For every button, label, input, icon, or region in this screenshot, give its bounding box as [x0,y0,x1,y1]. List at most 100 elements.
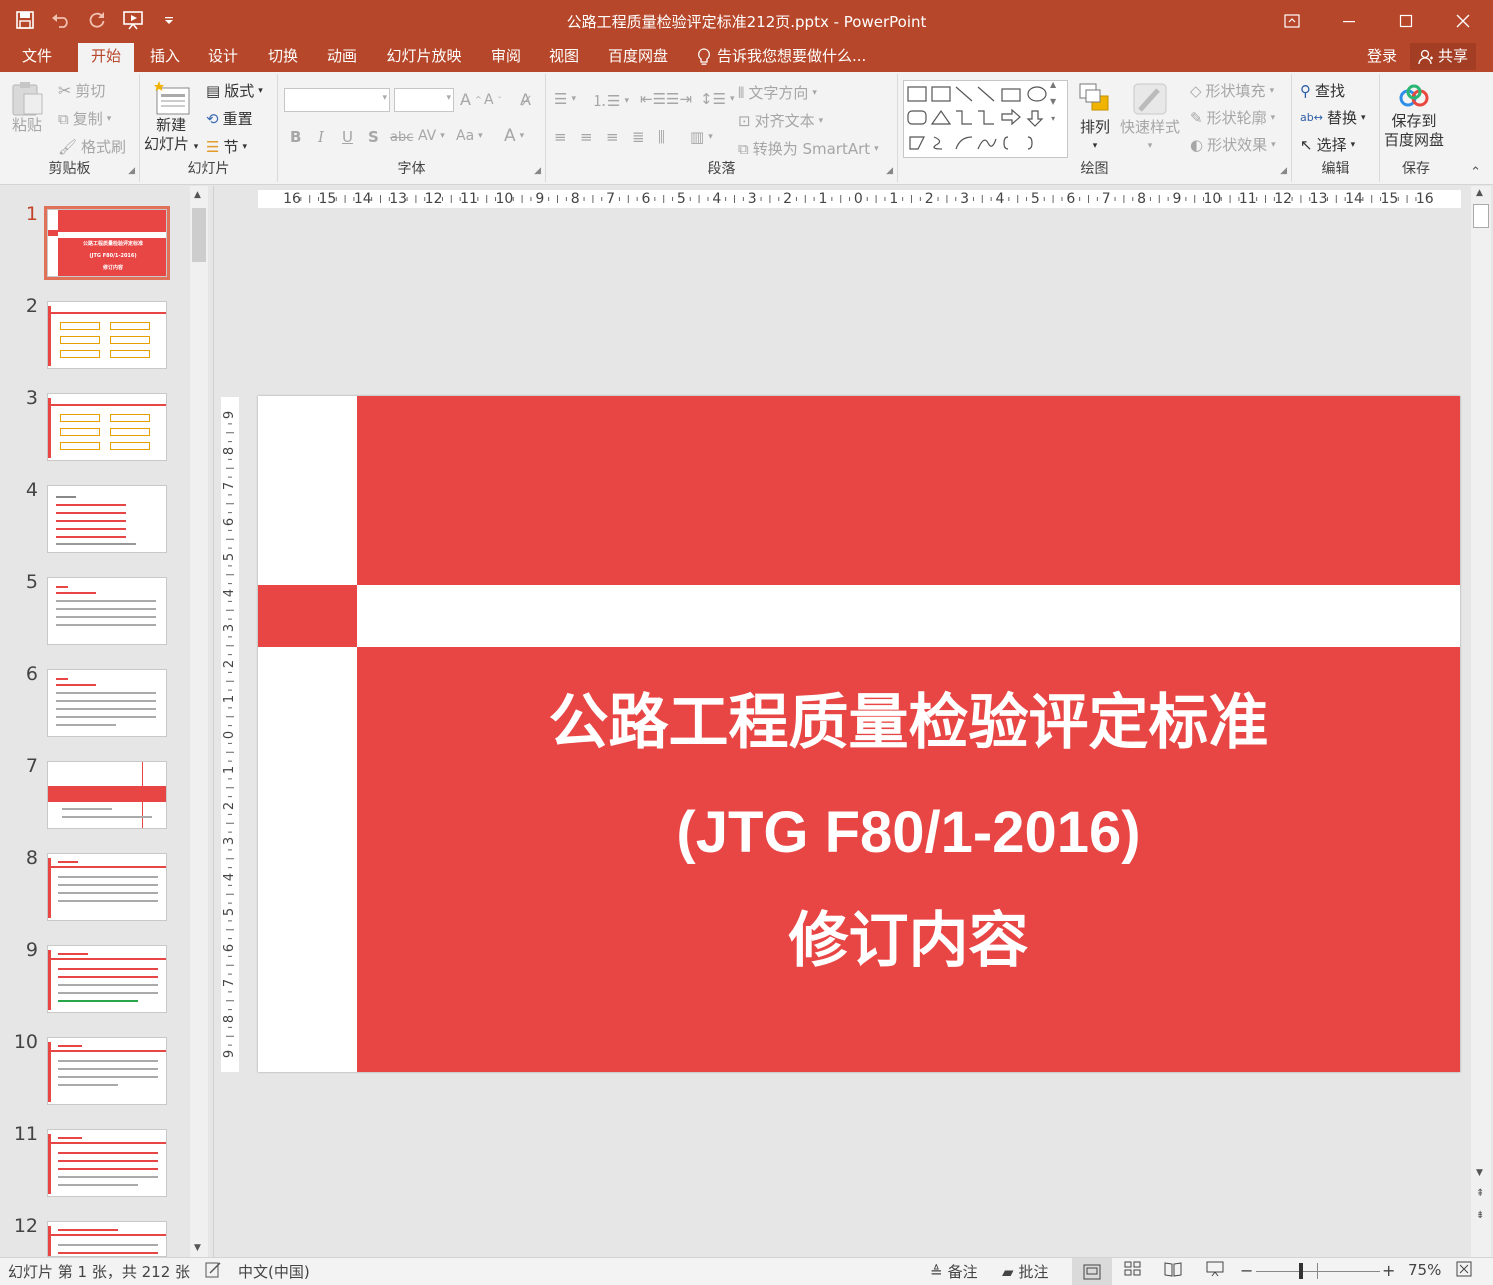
dialog-launcher-icon[interactable]: ◢ [534,166,541,176]
arrange-button[interactable]: 排列 ▾ [1076,82,1114,156]
select-button[interactable]: ↖ 选择 ▾ [1300,134,1355,155]
slide-title-line-2[interactable]: (JTG F80/1-2016) [357,796,1460,870]
cut-button[interactable]: ✂ 剪切 [58,80,105,101]
justify-icon[interactable]: ≣ [632,128,645,146]
text-shadow-button[interactable]: S [368,128,379,146]
slide-thumbnail-11[interactable] [47,1129,167,1197]
tab-design[interactable]: 设计 [198,41,248,72]
align-text-button[interactable]: ⊡ 对齐文本 ▾ [738,110,823,131]
dialog-launcher-icon[interactable]: ◢ [1280,166,1287,176]
language-indicator[interactable]: 中文(中国) [238,1261,310,1282]
scroll-down-icon[interactable]: ▼ [1476,1168,1483,1178]
scroll-up-icon[interactable]: ▲ [194,190,201,200]
collapse-ribbon-icon[interactable]: ⌃ [1470,165,1481,180]
quick-styles-button[interactable]: 快速样式 ▾ [1120,82,1180,156]
font-size-combo[interactable]: ▾ [394,88,454,112]
paste-button[interactable]: 粘贴 [10,80,44,135]
grow-font-icon[interactable]: A ^ [460,90,482,109]
slide-sorter-button[interactable] [1124,1261,1142,1277]
login-link[interactable]: 登录 [1367,41,1397,72]
fit-to-window-icon[interactable] [1456,1261,1472,1277]
text-direction-button[interactable]: ⫴ 文字方向 ▾ [738,82,817,103]
tab-review[interactable]: 审阅 [481,41,531,72]
close-icon[interactable] [1434,0,1491,41]
zoom-slider[interactable] [1256,1271,1380,1272]
change-case-button[interactable]: Aa ▾ [456,128,483,144]
normal-view-button[interactable] [1072,1258,1112,1285]
bullets-button[interactable]: ☰ ▾ [554,90,576,108]
tab-slideshow[interactable]: 幻灯片放映 [378,41,470,72]
comments-button[interactable]: ▰ 批注 [1002,1261,1049,1282]
notes-button[interactable]: ≜ 备注 [930,1261,978,1282]
tell-me-box[interactable]: 告诉我您想要做什么... [697,41,866,72]
slide-thumbnail-2[interactable] [47,301,167,369]
slide-thumbnail-4[interactable] [47,485,167,553]
italic-button[interactable]: I [318,128,324,146]
slide-title-line-1[interactable]: 公路工程质量检验评定标准 [357,686,1460,760]
reading-view-button[interactable] [1164,1261,1182,1277]
tab-animations[interactable]: 动画 [317,41,367,72]
previous-slide-icon[interactable]: ⇞ [1476,1188,1484,1199]
thumbnail-scrollbar-thumb[interactable] [192,208,206,262]
editor-scrollbar[interactable]: ▲ ▼ ⇞ ⇟ [1471,186,1491,1257]
slide-thumbnail-8[interactable] [47,853,167,921]
section-button[interactable]: ☰ 节 ▾ [206,136,247,157]
bold-button[interactable]: B [290,128,301,146]
strikethrough-button[interactable]: abc [390,130,413,145]
gallery-scroll[interactable]: ▲ ▼ ▾ [1050,80,1056,123]
slide-thumbnail-5[interactable] [47,577,167,645]
layout-button[interactable]: ▤ 版式 ▾ [206,80,263,101]
font-name-combo[interactable]: ▾ [284,88,390,112]
slide-thumbnail-7[interactable] [47,761,167,829]
font-color-button[interactable]: A ▾ [504,126,524,146]
slide-thumbnail-9[interactable] [47,945,167,1013]
format-painter-button[interactable]: 🖌 格式刷 [58,136,126,157]
zoom-in-icon[interactable]: + [1382,1261,1395,1280]
minimize-icon[interactable] [1320,0,1377,41]
columns-button[interactable]: ▥ ▾ [690,128,713,146]
underline-button[interactable]: U [342,128,353,146]
character-spacing-button[interactable]: AV ▾ [418,128,445,144]
editor-scrollbar-thumb[interactable] [1473,204,1489,228]
zoom-out-icon[interactable]: − [1240,1261,1253,1280]
reset-button[interactable]: ⟲ 重置 [206,108,253,129]
maximize-icon[interactable] [1377,0,1434,41]
next-slide-icon[interactable]: ⇟ [1476,1210,1484,1221]
slide-thumbnail-6[interactable] [47,669,167,737]
slide-thumbnail-10[interactable] [47,1037,167,1105]
distributed-icon[interactable]: ⫼ [658,128,665,146]
save-to-baidu-button[interactable]: 保存到 百度网盘 [1384,84,1444,150]
align-left-icon[interactable]: ≡ [554,128,567,146]
tab-file[interactable]: 文件 [8,41,66,72]
scroll-up-icon[interactable]: ▲ [1476,188,1483,198]
customize-qat-icon[interactable] [158,8,180,32]
tab-home[interactable]: 开始 [78,43,134,72]
slide-title-line-3[interactable]: 修订内容 [357,904,1460,978]
copy-button[interactable]: ⧉ 复制 ▾ [58,108,111,129]
share-button[interactable]: 共享 [1410,43,1476,70]
tab-baidu-netdisk[interactable]: 百度网盘 [600,41,676,72]
zoom-slider-thumb[interactable] [1298,1263,1303,1279]
align-right-icon[interactable]: ≡ [606,128,619,146]
align-center-icon[interactable]: ≡ [580,128,593,146]
slide-thumbnail-12[interactable] [47,1221,167,1257]
slide-thumbnail-1[interactable]: 公路工程质量检验评定标准 (JTG F80/1-2016) 修订内容 [44,206,170,280]
start-slideshow-icon[interactable] [122,8,144,32]
slide-thumbnail-3[interactable] [47,393,167,461]
ribbon-display-options-icon[interactable] [1263,0,1320,41]
convert-smartart-button[interactable]: ⧉ 转换为 SmartArt ▾ [738,138,879,159]
replace-button[interactable]: ab↔ 替换 ▾ [1300,107,1366,128]
new-slide-button[interactable]: 新建 幻灯片 ▾ [144,80,198,157]
clear-formatting-icon[interactable]: A̷ [520,90,531,109]
shape-outline-button[interactable]: ✎ 形状轮廓 ▾ [1190,107,1275,128]
redo-icon[interactable] [86,8,108,32]
thumbnail-scrollbar[interactable]: ▲ ▼ [190,186,208,1257]
shape-fill-button[interactable]: ◇ 形状填充 ▾ [1190,80,1274,101]
spellcheck-icon[interactable] [204,1261,222,1279]
zoom-level[interactable]: 75% [1408,1261,1441,1279]
dialog-launcher-icon[interactable]: ◢ [886,166,893,176]
find-button[interactable]: ⚲ 查找 [1300,80,1345,101]
shrink-font-icon[interactable]: Aˇ [484,92,502,108]
increase-indent-icon[interactable]: ☰⇥ [666,90,692,108]
numbering-button[interactable]: ⒈☰ ▾ [592,90,629,111]
